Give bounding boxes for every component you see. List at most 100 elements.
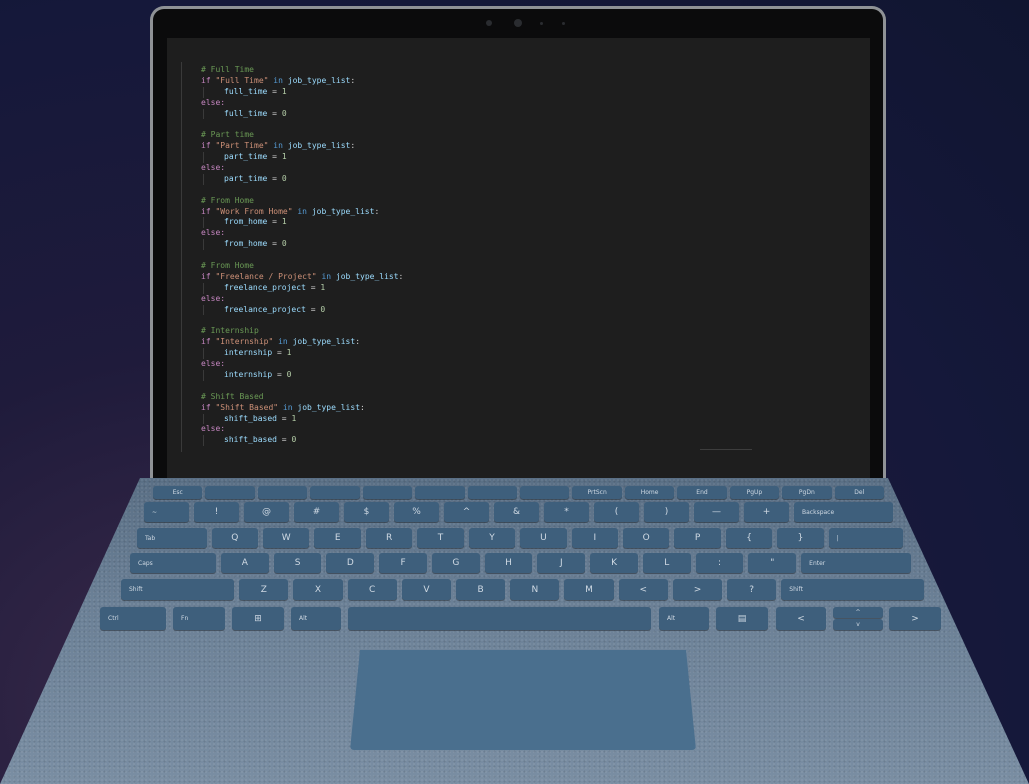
number-key[interactable]: ) [644, 502, 689, 522]
number-key[interactable]: Backspace [794, 502, 893, 522]
function-key[interactable] [415, 486, 465, 499]
function-key[interactable]: Del [834, 486, 884, 499]
letter-key[interactable]: Q [211, 528, 259, 548]
letter-key[interactable]: K [590, 553, 638, 573]
function-key[interactable]: PgDn [782, 486, 832, 499]
letter-key[interactable]: > [672, 579, 723, 600]
camera-bar [480, 15, 570, 31]
letter-key[interactable]: C [347, 579, 397, 600]
number-key[interactable]: ~ [144, 502, 189, 522]
letter-key[interactable]: Z [239, 579, 289, 600]
variable-name: from_home [224, 239, 268, 249]
letter-key[interactable]: Y [468, 528, 516, 548]
number-key[interactable]: ! [194, 502, 239, 522]
trackpad[interactable] [350, 650, 696, 750]
letter-key[interactable]: V [401, 579, 452, 600]
windows-key[interactable]: ⊞ [232, 607, 284, 630]
letter-key[interactable]: T [417, 528, 464, 548]
camera-icon [514, 19, 522, 27]
keyword-else: else: [201, 359, 226, 369]
letter-key[interactable]: W [263, 528, 310, 548]
keyword-if: if [201, 271, 211, 281]
code-line: full_time = 1 [203, 86, 403, 98]
letter-key[interactable]: N [510, 579, 560, 600]
code-line: else: [201, 294, 403, 305]
arrow-left-key[interactable]: < [776, 607, 826, 630]
function-key[interactable]: Home [624, 486, 675, 499]
number-key[interactable]: + [744, 502, 789, 522]
code-line: # From Home [201, 196, 403, 207]
letter-key[interactable]: { [725, 528, 773, 548]
letter-key[interactable]: P [674, 528, 721, 548]
function-key[interactable]: End [677, 486, 727, 499]
code-comment: # Part time [201, 130, 254, 140]
function-key[interactable]: Esc [153, 486, 203, 499]
string-literal: "Part Time" [215, 141, 269, 151]
colon: : [360, 402, 365, 412]
function-key[interactable] [362, 486, 413, 499]
letter-key[interactable]: : [695, 553, 744, 573]
letter-key[interactable]: Caps [130, 553, 216, 573]
variable-name: internship [224, 369, 273, 379]
alt-key[interactable]: Alt [291, 607, 341, 630]
letter-key[interactable]: Tab [137, 528, 207, 548]
number-literal: 0 [281, 173, 287, 183]
function-key[interactable]: PrtScn [572, 486, 622, 499]
letter-key[interactable]: Shift [781, 579, 924, 600]
letter-key[interactable]: ? [727, 579, 777, 600]
function-key[interactable] [467, 486, 517, 499]
number-key[interactable]: ( [594, 502, 639, 522]
letter-key[interactable]: J [537, 553, 586, 573]
letter-key[interactable]: < [618, 579, 668, 600]
number-key[interactable]: @ [244, 502, 289, 522]
letter-key[interactable]: Enter [801, 553, 911, 573]
assign-operator: = [276, 413, 292, 423]
letter-key[interactable]: A [220, 553, 269, 573]
number-key[interactable]: # [294, 502, 339, 522]
variable-name: job_type_list [292, 337, 356, 347]
letter-key[interactable]: Shift [121, 579, 235, 600]
number-key[interactable]: % [394, 502, 439, 522]
arrow-right-key[interactable]: > [889, 607, 941, 630]
laptop: # Full Time if "Full Time" in job_type_li… [0, 0, 1029, 784]
menu-key[interactable]: ▤ [716, 607, 768, 630]
letter-key[interactable]: U [520, 528, 567, 548]
arrow-up-key[interactable]: ^ [833, 607, 883, 618]
letter-key[interactable]: E [314, 528, 361, 548]
letter-key[interactable]: R [365, 528, 413, 548]
scrollbar[interactable] [700, 449, 752, 450]
number-key[interactable]: * [544, 502, 589, 522]
function-key[interactable]: PgUp [729, 486, 780, 499]
ctrl-key[interactable]: Ctrl [100, 607, 166, 630]
letter-key[interactable]: H [484, 553, 533, 573]
letter-key[interactable]: D [326, 553, 375, 573]
code-line: # Full Time [201, 65, 403, 76]
letter-key[interactable]: | [828, 528, 903, 548]
function-key[interactable] [205, 486, 255, 499]
number-key[interactable]: — [694, 502, 739, 522]
letter-key[interactable]: S [273, 553, 322, 573]
number-key[interactable]: ^ [444, 502, 489, 522]
arrow-down-key[interactable]: v [833, 619, 883, 630]
letter-key[interactable]: } [777, 528, 824, 548]
number-key[interactable]: $ [344, 502, 389, 522]
fn-key[interactable]: Fn [173, 607, 225, 630]
code-line: shift_based = 1 [203, 413, 403, 425]
letter-key[interactable]: F [379, 553, 427, 573]
letter-key[interactable]: B [456, 579, 506, 600]
function-key[interactable] [257, 486, 308, 499]
alt-key[interactable]: Alt [659, 607, 709, 630]
letter-key[interactable]: L [642, 553, 691, 573]
space-key[interactable] [348, 607, 651, 630]
function-key[interactable] [520, 486, 570, 499]
letter-key[interactable]: " [748, 553, 797, 573]
letter-key[interactable]: M [564, 579, 614, 600]
letter-key[interactable]: I [571, 528, 619, 548]
number-key[interactable]: & [494, 502, 539, 522]
code-line: # Part time [201, 130, 403, 141]
letter-key[interactable]: O [623, 528, 670, 548]
code-editor[interactable]: # Full Time if "Full Time" in job_type_li… [201, 65, 403, 447]
letter-key[interactable]: G [431, 553, 480, 573]
function-key[interactable] [310, 486, 360, 499]
letter-key[interactable]: X [293, 579, 343, 600]
